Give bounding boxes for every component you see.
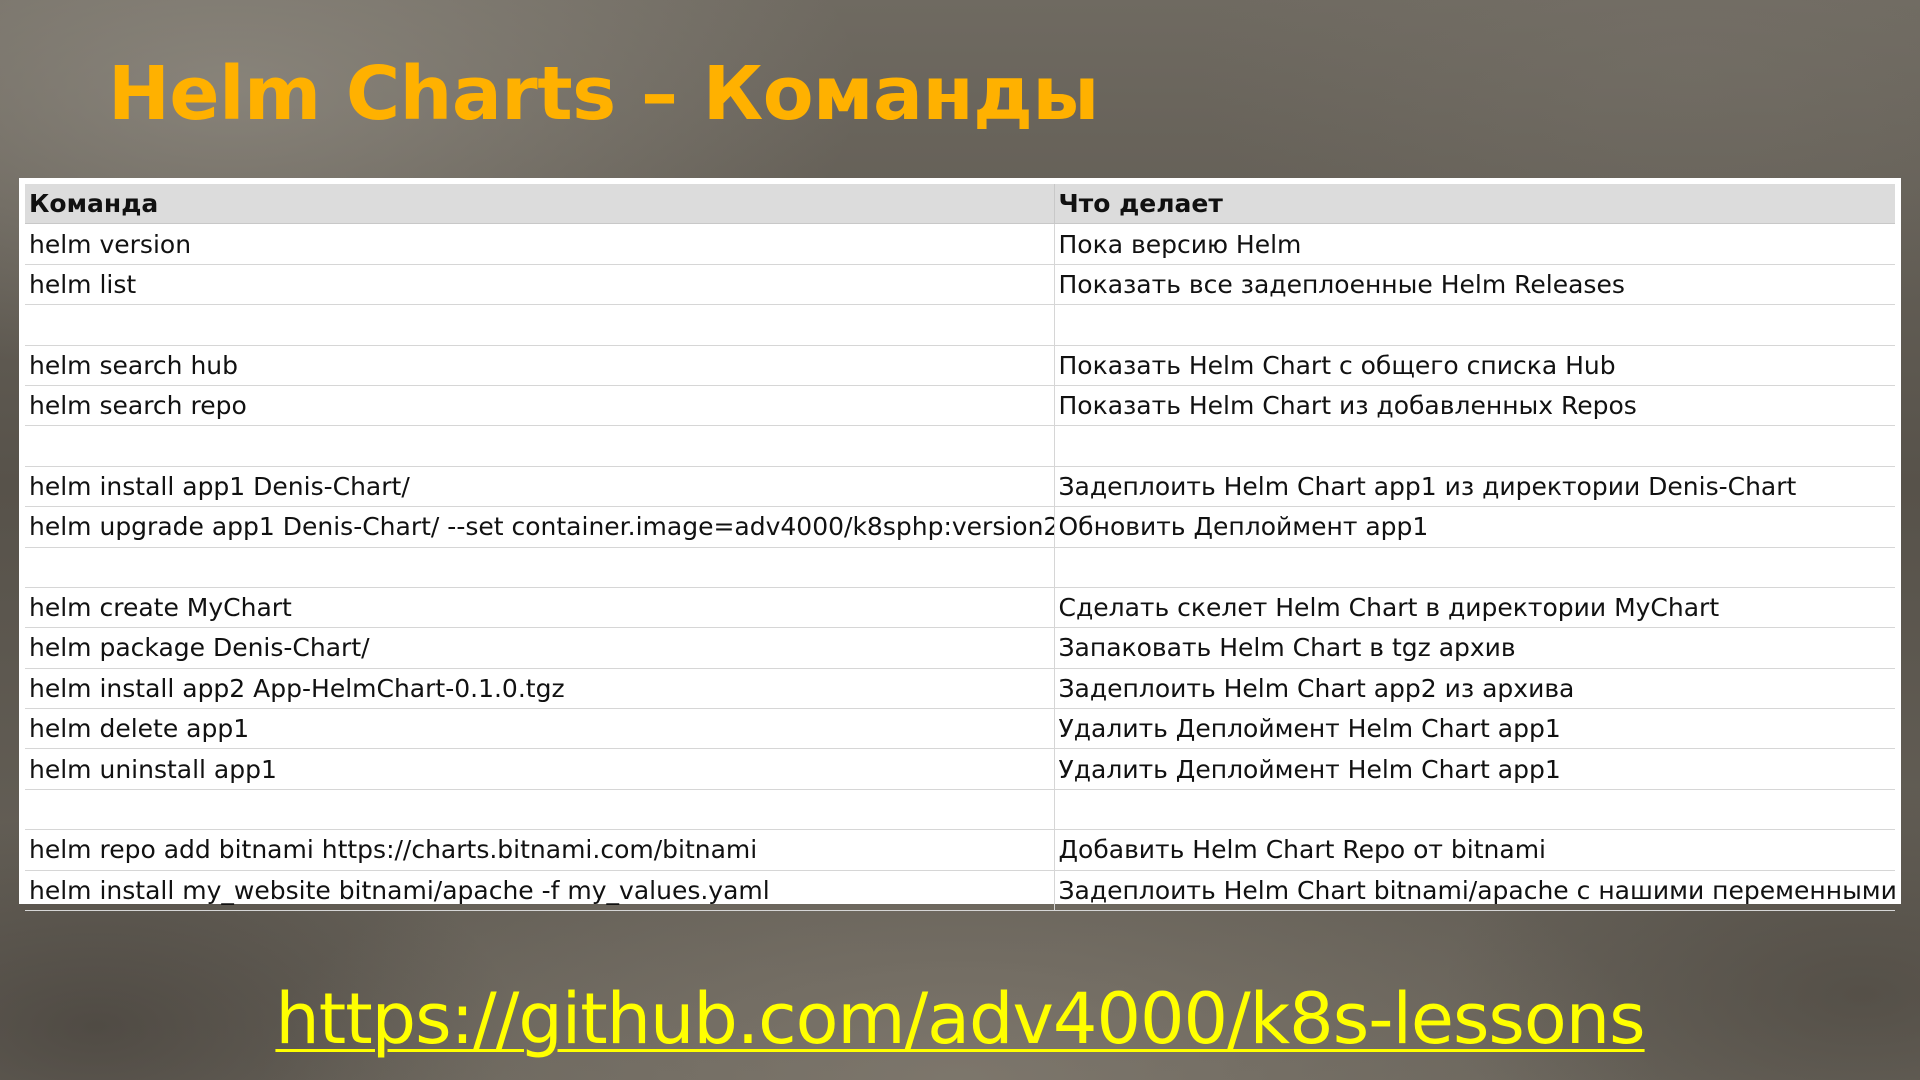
command-cell [25, 789, 1055, 831]
table-row: helm upgrade app1 Denis-Chart/ --set con… [25, 506, 1895, 548]
table-row-empty [25, 425, 1895, 467]
command-cell [25, 547, 1055, 588]
column-header-description: Что делает [1054, 184, 1895, 225]
table-row: helm delete app1 Удалить Деплоймент Helm… [25, 708, 1895, 750]
description-cell: Пока версию Helm [1054, 223, 1895, 265]
table-row-empty [25, 304, 1895, 346]
description-cell [1054, 425, 1895, 467]
command-cell: helm delete app1 [25, 708, 1055, 750]
table-row: helm install app2 App-HelmChart-0.1.0.tg… [25, 668, 1895, 710]
table-row: helm search hub Показать Helm Chart с об… [25, 345, 1895, 386]
command-cell: helm create MyChart [25, 587, 1055, 629]
description-cell: Показать все задеплоенные Helm Releases [1054, 264, 1895, 306]
description-cell: Удалить Деплоймент Helm Chart app1 [1054, 748, 1895, 790]
command-cell: helm install app1 Denis-Chart/ [25, 466, 1055, 508]
table-row-empty [25, 547, 1895, 588]
description-cell: Запаковать Helm Chart в tgz архив [1054, 627, 1895, 669]
description-cell: Показать Helm Chart из добавленных Repos [1054, 385, 1895, 427]
command-cell: helm list [25, 264, 1055, 306]
column-header-command: Команда [25, 184, 1055, 225]
command-cell: helm version [25, 223, 1055, 265]
description-cell: Удалить Деплоймент Helm Chart app1 [1054, 708, 1895, 750]
command-cell: helm repo add bitnami https://charts.bit… [25, 829, 1055, 871]
description-cell: Обновить Деплоймент app1 [1054, 506, 1895, 548]
description-cell: Задеплоить Helm Chart app2 из архива [1054, 668, 1895, 710]
description-cell [1054, 547, 1895, 588]
description-cell [1054, 789, 1895, 831]
table-row: helm search repo Показать Helm Chart из … [25, 385, 1895, 427]
table-row-empty [25, 789, 1895, 831]
command-cell [25, 304, 1055, 346]
table-row: helm package Denis-Chart/ Запаковать Hel… [25, 627, 1895, 669]
table-body: helm version Пока версию Helm helm list … [25, 223, 1895, 912]
table-row: helm create MyChart Сделать скелет Helm … [25, 587, 1895, 629]
commands-table: Команда Что делает helm version Пока вер… [25, 184, 1895, 912]
commands-table-frame: Команда Что делает helm version Пока вер… [19, 178, 1901, 912]
description-cell [1054, 304, 1895, 346]
command-cell: helm search hub [25, 345, 1055, 386]
description-cell: Задеплоить Helm Chart app1 из директории… [1054, 466, 1895, 508]
command-cell: helm uninstall app1 [25, 748, 1055, 790]
slide-title: Helm Charts – Команды [108, 51, 1099, 137]
table-row: helm install app1 Denis-Chart/ Задеплоит… [25, 466, 1895, 508]
table-header-row: Команда Что делает [25, 184, 1895, 225]
command-cell: helm install my_website bitnami/apache -… [25, 870, 1055, 912]
table-row: helm uninstall app1 Удалить Деплоймент H… [25, 748, 1895, 790]
command-cell [25, 425, 1055, 467]
command-cell: helm search repo [25, 385, 1055, 427]
table-row: helm install my_website bitnami/apache -… [25, 870, 1895, 912]
description-cell: Добавить Helm Chart Repo от bitnami [1054, 829, 1895, 871]
command-cell: helm upgrade app1 Denis-Chart/ --set con… [25, 506, 1055, 548]
description-cell: Сделать скелет Helm Chart в директории M… [1054, 587, 1895, 629]
repo-link[interactable]: https://github.com/adv4000/k8s-lessons [275, 978, 1645, 1060]
description-cell: Задеплоить Helm Chart bitnami/apache с н… [1054, 870, 1895, 912]
command-cell: helm package Denis-Chart/ [25, 627, 1055, 669]
table-row: helm version Пока версию Helm [25, 223, 1895, 265]
command-cell: helm install app2 App-HelmChart-0.1.0.tg… [25, 668, 1055, 710]
table-row: helm repo add bitnami https://charts.bit… [25, 829, 1895, 871]
repo-link-container: https://github.com/adv4000/k8s-lessons [0, 978, 1920, 1060]
description-cell: Показать Helm Chart с общего списка Hub [1054, 345, 1895, 386]
table-row: helm list Показать все задеплоенные Helm… [25, 264, 1895, 306]
